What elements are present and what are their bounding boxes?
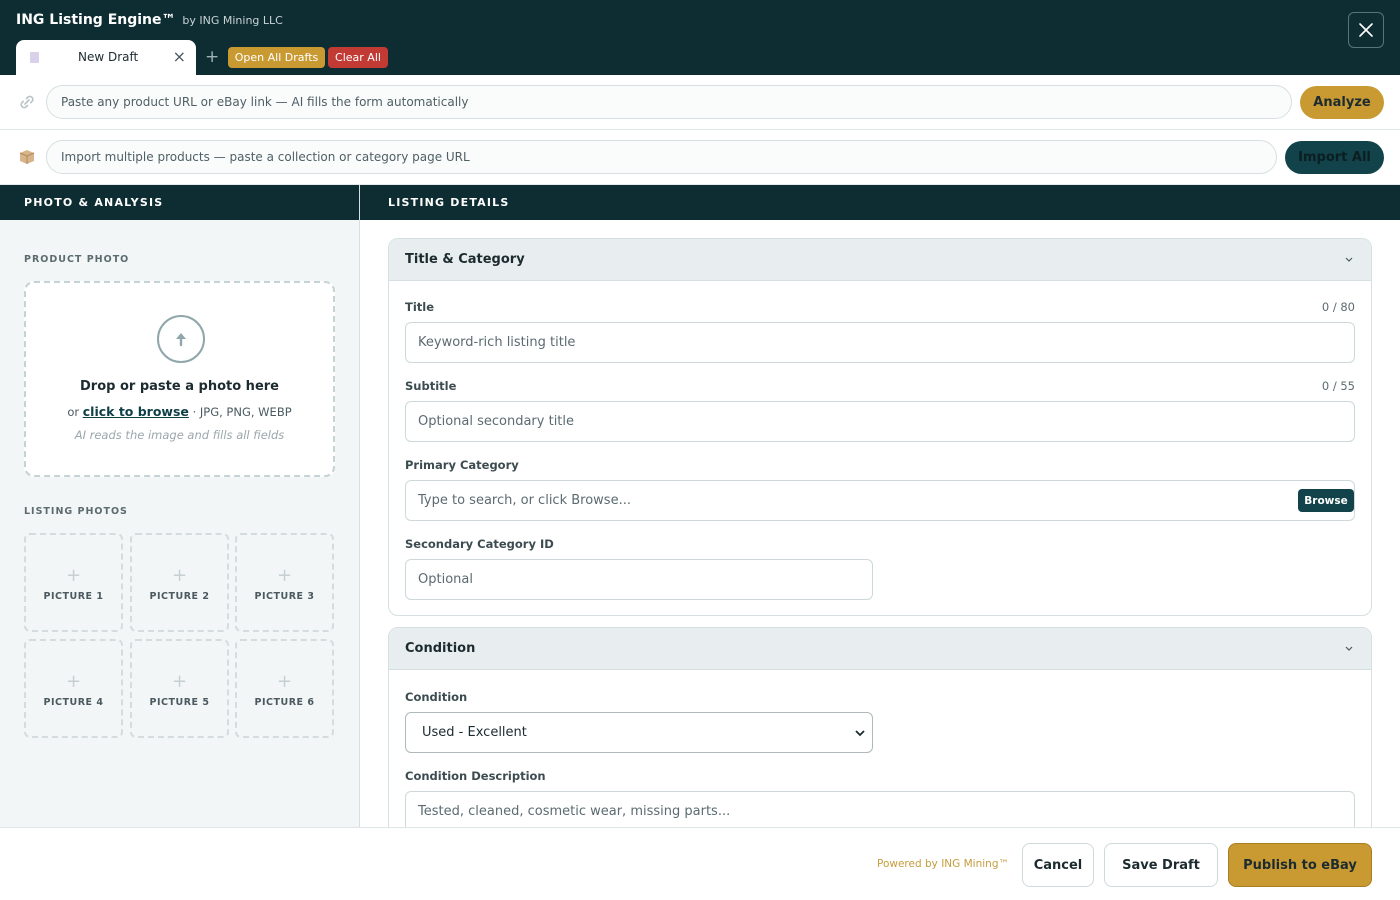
dropzone-formats: · JPG, PNG, WEBP (192, 405, 292, 419)
condition-selected-value: Used - Excellent (422, 725, 527, 740)
subtitle-label: Subtitle (405, 379, 457, 393)
secondary-category-label: Secondary Category ID (405, 537, 554, 551)
condition-card: Condition Condition Used - Excellent Con… (388, 627, 1372, 827)
plus-icon: + (171, 671, 188, 692)
picture-label: PICTURE 6 (254, 697, 315, 708)
app-header: ING Listing Engine™ by ING Mining LLC Ne… (0, 0, 1400, 75)
listing-details-panel: Title & Category Title 0 / 80 Subtitle 0… (360, 220, 1400, 827)
subtitle-char-count: 0 / 55 (1321, 379, 1355, 393)
photo-dropzone[interactable]: Drop or paste a photo here or click to b… (24, 281, 335, 477)
analyze-button[interactable]: Analyze (1300, 86, 1384, 119)
secondary-category-input[interactable] (405, 559, 873, 600)
browse-category-button[interactable]: Browse (1298, 489, 1354, 512)
picture-label: PICTURE 4 (43, 697, 104, 708)
section-title: Condition (405, 641, 476, 656)
publish-to-ebay-button[interactable]: Publish to eBay (1228, 843, 1372, 887)
open-all-drafts-button[interactable]: Open All Drafts (228, 47, 325, 68)
title-category-card: Title & Category Title 0 / 80 Subtitle 0… (388, 238, 1372, 616)
cancel-button[interactable]: Cancel (1022, 843, 1094, 887)
listing-photos-label: LISTING PHOTOS (24, 506, 128, 517)
title-label: Title (405, 300, 435, 314)
picture-label: PICTURE 5 (149, 697, 210, 708)
document-icon (30, 52, 39, 63)
dropzone-title: Drop or paste a photo here (80, 379, 279, 394)
picture-slot-4[interactable]: + PICTURE 4 (24, 639, 123, 738)
url-bar: Analyze (0, 75, 1400, 130)
dropzone-or: or (67, 405, 80, 419)
upload-icon (157, 315, 205, 363)
title-category-header[interactable]: Title & Category (389, 239, 1371, 281)
plus-icon: + (276, 671, 293, 692)
title-input[interactable] (405, 322, 1355, 363)
primary-category-input[interactable] (405, 480, 1355, 521)
subtitle-input[interactable] (405, 401, 1355, 442)
import-all-button[interactable]: Import All (1285, 141, 1384, 174)
browse-link[interactable]: click to browse (83, 404, 189, 419)
chevron-down-icon (1345, 646, 1353, 651)
photo-analysis-panel: PRODUCT PHOTO Drop or paste a photo here… (0, 220, 359, 827)
package-icon (19, 150, 35, 164)
picture-label: PICTURE 3 (254, 591, 315, 602)
plus-icon: + (65, 565, 82, 586)
condition-description-label: Condition Description (405, 769, 546, 783)
add-tab-button[interactable]: + (205, 47, 219, 67)
chevron-down-icon (855, 730, 865, 737)
condition-description-input[interactable] (405, 791, 1355, 827)
condition-label: Condition (405, 690, 468, 704)
dropzone-hint: AI reads the image and fills all fields (74, 428, 285, 442)
powered-by-text: Powered by ING Mining™ (877, 858, 1009, 870)
picture-slot-6[interactable]: + PICTURE 6 (235, 639, 334, 738)
listing-details-header: LISTING DETAILS (360, 185, 1400, 220)
plus-icon: + (276, 565, 293, 586)
footer-bar: Powered by ING Mining™ Cancel Save Draft… (0, 827, 1400, 900)
tab-label: New Draft (78, 50, 139, 64)
picture-slot-3[interactable]: + PICTURE 3 (235, 533, 334, 632)
import-bar: Import All (0, 130, 1400, 185)
condition-select[interactable]: Used - Excellent (405, 712, 873, 753)
condition-header[interactable]: Condition (389, 628, 1371, 670)
primary-category-label: Primary Category (405, 458, 519, 472)
plus-icon: + (171, 565, 188, 586)
clear-all-button[interactable]: Clear All (328, 47, 388, 68)
product-url-input[interactable] (46, 85, 1292, 119)
app-title: ING Listing Engine™ by ING Mining LLC (16, 12, 283, 28)
picture-label: PICTURE 1 (43, 591, 104, 602)
chevron-down-icon (1345, 257, 1353, 262)
dropzone-browse-line: or click to browse · JPG, PNG, WEBP (26, 404, 333, 419)
tab-new-draft[interactable]: New Draft × (16, 40, 196, 75)
link-icon (20, 95, 34, 109)
close-icon (1359, 23, 1373, 37)
picture-label: PICTURE 2 (149, 591, 210, 602)
close-button[interactable] (1348, 12, 1384, 48)
save-draft-button[interactable]: Save Draft (1104, 843, 1218, 887)
section-title: Title & Category (405, 252, 525, 267)
title-char-count: 0 / 80 (1321, 300, 1355, 314)
picture-slot-1[interactable]: + PICTURE 1 (24, 533, 123, 632)
photo-analysis-header: PHOTO & ANALYSIS (0, 185, 359, 220)
app-subtitle: by ING Mining LLC (182, 14, 283, 27)
product-photo-label: PRODUCT PHOTO (24, 254, 130, 265)
import-url-input[interactable] (46, 140, 1277, 174)
picture-slot-2[interactable]: + PICTURE 2 (130, 533, 229, 632)
tab-close-icon[interactable]: × (173, 47, 186, 66)
app-name: ING Listing Engine™ (16, 12, 176, 28)
plus-icon: + (65, 671, 82, 692)
picture-slot-5[interactable]: + PICTURE 5 (130, 639, 229, 738)
